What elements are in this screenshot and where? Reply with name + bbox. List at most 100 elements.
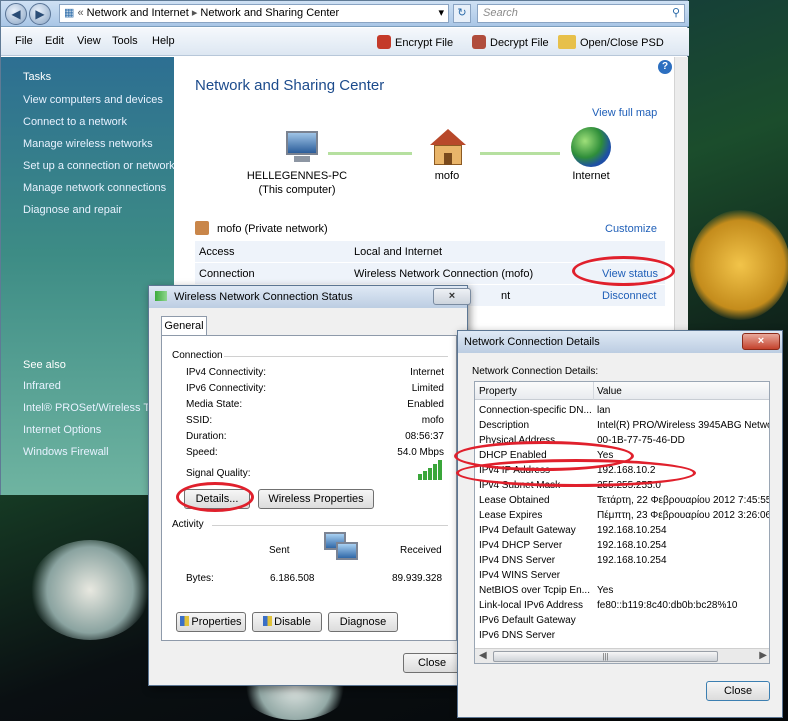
details-table[interactable]: Property Value Connection-specific DN...… [474, 381, 770, 664]
disconnect-link[interactable]: Disconnect [602, 290, 656, 302]
row-value: 00-1B-77-75-46-DD [597, 435, 685, 446]
tab-general[interactable]: General [161, 316, 207, 336]
bytes-received: 89.939.328 [392, 573, 443, 584]
sidebar-link[interactable]: Manage wireless networks [23, 138, 153, 150]
connection-row: Connection Wireless Network Connection (… [195, 263, 665, 285]
encrypt-file-button[interactable]: Encrypt File [377, 35, 453, 49]
shield-icon [263, 616, 273, 626]
disable-button[interactable]: Disable [252, 612, 322, 632]
sidebar-link[interactable]: Connect to a network [23, 116, 127, 128]
horizontal-scrollbar[interactable]: ◀ ||| ▶ [475, 648, 769, 663]
search-icon[interactable]: ⚲ [672, 5, 680, 22]
close-icon[interactable]: × [433, 288, 471, 305]
row-property: IPv4 DHCP Server [479, 540, 563, 551]
menu-edit[interactable]: Edit [45, 35, 64, 47]
table-row[interactable]: Physical Address 00-1B-77-75-46-DD [475, 434, 769, 449]
menu-help[interactable]: Help [152, 35, 175, 47]
row-value: Πέμπτη, 23 Φεβρουαρίου 2012 3:26:06 [597, 510, 770, 521]
background-coral [690, 210, 788, 320]
decrypt-file-button[interactable]: Decrypt File [472, 35, 549, 49]
sidebar-link[interactable]: Internet Options [23, 424, 101, 436]
sidebar-link[interactable]: Windows Firewall [23, 446, 109, 458]
row-value: 192.168.10.254 [597, 540, 667, 551]
col-property[interactable]: Property [479, 386, 517, 397]
details-button[interactable]: Details... [184, 489, 250, 509]
table-row[interactable]: Lease Obtained Τετάρτη, 22 Φεβρουαρίου 20… [475, 494, 770, 509]
refresh-button[interactable]: ↻ [453, 4, 471, 23]
wireless-status-dialog: Wireless Network Connection Status × Gen… [148, 285, 471, 686]
folder-icon [558, 35, 576, 49]
scroll-left-icon[interactable]: ◀ [479, 650, 487, 661]
row-value: lan [597, 405, 611, 416]
field-value: Enabled [407, 399, 444, 410]
row-value: 192.168.10.254 [597, 525, 667, 536]
field-value: Limited [411, 383, 444, 394]
table-row[interactable]: IPv4 DNS Server 192.168.10.254 [475, 554, 769, 569]
table-row[interactable]: NetBIOS over Tcpip En... Yes [475, 584, 769, 599]
connection-value: Wireless Network Connection (mofo) [354, 268, 534, 280]
back-button[interactable]: ◀ [5, 3, 27, 25]
table-row[interactable]: Description Intel(R) PRO/Wireless 3945ABG… [475, 419, 769, 434]
table-row[interactable]: IPv6 Default Gateway [475, 614, 769, 629]
table-row[interactable]: IPv4 Default Gateway 192.168.10.254 [475, 524, 769, 539]
row-value: Τετάρτη, 22 Φεβρουαρίου 2012 7:45:55 [597, 495, 770, 506]
wireless-properties-button[interactable]: Wireless Properties [258, 489, 374, 509]
dialog-title: Wireless Network Connection Status [174, 291, 353, 303]
sidebar-link[interactable]: Manage network connections [23, 182, 166, 194]
table-row[interactable]: Connection-specific DN... lan [475, 404, 769, 419]
col-value[interactable]: Value [597, 386, 622, 397]
field-label: IPv6 Connectivity: [186, 383, 267, 394]
menu-tools[interactable]: Tools [112, 35, 138, 47]
breadcrumb-item[interactable]: Network and Sharing Center [200, 7, 339, 19]
row-property: IPv4 Subnet Mask [479, 480, 561, 491]
connection-line [328, 152, 412, 155]
row-property: IPv6 Default Gateway [479, 615, 576, 626]
row-property: NetBIOS over Tcpip En... [479, 585, 590, 596]
sidebar-link[interactable]: View computers and devices [23, 94, 163, 106]
table-row[interactable]: IPv4 Subnet Mask 255.255.255.0 [475, 479, 769, 494]
open-close-psd-button[interactable]: Open/Close PSD [558, 35, 664, 49]
dialog-titlebar: Network Connection Details [458, 331, 782, 353]
network-name: mofo [434, 170, 460, 182]
table-row[interactable]: IPv6 DNS Server [475, 629, 769, 644]
menu-file[interactable]: File [15, 35, 33, 47]
table-row[interactable]: DHCP Enabled Yes [475, 449, 769, 464]
view-status-link[interactable]: View status [602, 268, 658, 280]
address-box[interactable]: ▦ « Network and Internet ▸ Network and S… [59, 4, 449, 23]
sidebar-link[interactable]: Intel® PROSet/Wireless To [23, 402, 155, 414]
search-input[interactable]: Search ⚲ [477, 4, 685, 23]
close-icon[interactable]: × [742, 333, 780, 350]
table-row[interactable]: Link-local IPv6 Address fe80::b119:8c40:d… [475, 599, 769, 614]
details-close-button[interactable]: Close [706, 681, 770, 701]
access-label: Access [199, 246, 235, 258]
sidebar-link[interactable]: Infrared [23, 380, 61, 392]
close-button[interactable]: Close [403, 653, 461, 673]
field-value: mofo [421, 415, 444, 426]
breadcrumb-item[interactable]: Network and Internet [87, 7, 189, 19]
field-label: SSID: [186, 415, 213, 426]
table-row[interactable]: IPv4 DHCP Server 192.168.10.254 [475, 539, 769, 554]
menu-view[interactable]: View [77, 35, 101, 47]
internet-label: Internet [572, 170, 610, 182]
table-row[interactable]: IPv4 IP Address 192.168.10.2 [475, 464, 769, 479]
row-value: Yes [597, 450, 614, 461]
scroll-right-icon[interactable]: ▶ [759, 650, 767, 661]
signal-bars-icon [418, 460, 444, 480]
table-row[interactable]: Lease Expires Πέμπτη, 23 Φεβρουαρίου 2012… [475, 509, 770, 524]
customize-link[interactable]: Customize [605, 223, 657, 235]
view-full-map-link[interactable]: View full map [592, 107, 657, 119]
dialog-title: Network Connection Details [464, 336, 600, 348]
sidebar-link[interactable]: Set up a connection or network [23, 160, 175, 172]
row-value: Yes [597, 585, 614, 596]
row-property: IPv4 Default Gateway [479, 525, 576, 536]
properties-button[interactable]: Properties [176, 612, 246, 632]
diagnose-button[interactable]: Diagnose [328, 612, 398, 632]
chevron-down-icon[interactable]: ▾ [438, 5, 444, 22]
sidebar-link[interactable]: Diagnose and repair [23, 204, 122, 216]
partial-label: nt [501, 290, 511, 302]
row-property: Lease Obtained [479, 495, 550, 506]
scroll-thumb[interactable]: ||| [493, 651, 718, 662]
help-icon[interactable]: ? [658, 60, 672, 74]
table-row[interactable]: IPv4 WINS Server [475, 569, 769, 584]
forward-button[interactable]: ▶ [29, 3, 51, 25]
